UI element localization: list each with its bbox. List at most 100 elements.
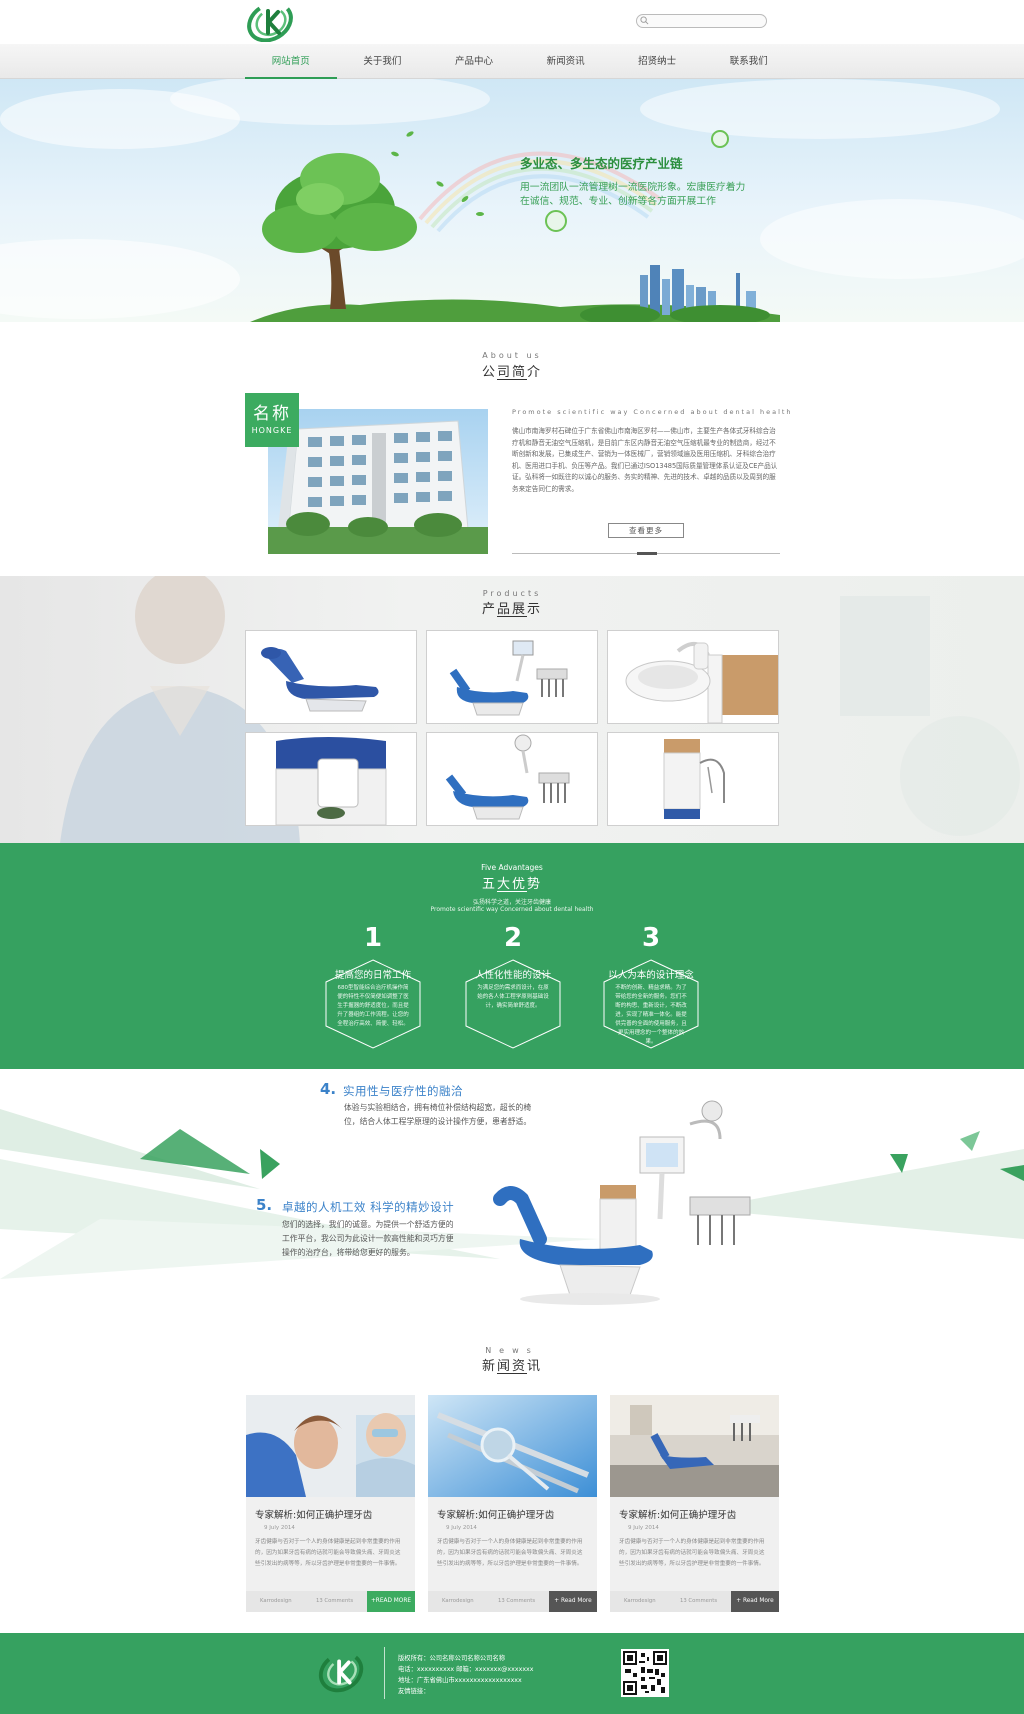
news-title[interactable]: 专家解析:如何正确护理牙齿 <box>619 1507 736 1521</box>
news-comments[interactable]: 13 Comments <box>680 1598 717 1604</box>
read-more-button[interactable]: +READ MORE <box>367 1591 415 1612</box>
feature-body-line: 工作平台，我公司为此设计一款高性能和灵巧方便 <box>282 1234 454 1243</box>
advantages-subtitle-en: Promote scientific way Concerned about d… <box>430 906 594 913</box>
feature-number: 4. <box>320 1080 337 1098</box>
feature-body-line: 您们的选择，我们的诚意。为提供一个舒适方便的 <box>282 1220 454 1229</box>
nav-item-home[interactable]: 网站首页 <box>245 44 337 79</box>
products-title-en: Products <box>482 589 542 598</box>
news-info: 专家解析:如何正确护理牙齿 9 July 2014 牙齿健康与否对于一个人的身体… <box>246 1497 415 1612</box>
advantages-title-cn: 五大优势 <box>481 877 542 892</box>
features-section: 4. 实用性与医疗性的融洽 体验与实验相结合，拥有椅位补偿结构超宽，超长的椅 位… <box>0 1069 1024 1327</box>
feature-body-line: 位，结合人体工程学原理的设计操作方便，患者舒适。 <box>344 1117 532 1126</box>
site-header <box>0 0 1024 44</box>
about-divider-marker <box>637 552 657 555</box>
feature-title: 卓越的人机工效 科学的精妙设计 <box>282 1200 455 1214</box>
main-nav: 网站首页 关于我们 产品中心 新闻资讯 招贤纳士 联系我们 <box>0 44 1024 79</box>
news-excerpt: 牙齿健康与否对于一个人的身体健康是起到非常重要的作用的，因为如果牙齿有病的话就可… <box>255 1539 401 1567</box>
product-card[interactable] <box>245 630 417 724</box>
footer-links-label: 友情链接： <box>398 1688 430 1695</box>
nav-item-careers[interactable]: 招贤纳士 <box>611 44 703 79</box>
product-card[interactable] <box>426 630 598 724</box>
news-comments[interactable]: 13 Comments <box>316 1598 353 1604</box>
about-body-text: 佛山市南海罗村石碑位于广东省佛山市南海区罗村——佛山市，主要生产各体式牙科综合治… <box>512 427 778 493</box>
nav-item-contact[interactable]: 联系我们 <box>703 44 795 79</box>
advantage-body: 不断的创新、精益求精。为了带给您的全新的服务。您们不断的构思、重新设计，不断改进… <box>615 985 687 1045</box>
company-building-photo <box>268 409 488 554</box>
news-title[interactable]: 专家解析:如何正确护理牙齿 <box>255 1507 372 1521</box>
company-logo[interactable] <box>246 2 296 42</box>
feature-title: 实用性与医疗性的融洽 <box>343 1084 463 1098</box>
banner-subtitle-line-1: 用一流团队一流管理树一流医院形象。宏康医疗着力 <box>520 182 746 193</box>
news-footer: Karrodesign 13 Comments + Read More <box>428 1591 597 1612</box>
advantage-title: 人性化性能的设计 <box>474 970 551 981</box>
footer-divider <box>384 1647 385 1699</box>
news-title-underline <box>497 1373 527 1374</box>
feature-number: 5. <box>256 1196 273 1214</box>
news-card[interactable]: 专家解析:如何正确护理牙齿 9 July 2014 牙齿健康与否对于一个人的身体… <box>246 1395 415 1612</box>
feature-body-line: 操作的治疗台，将带给您更好的服务。 <box>282 1248 415 1257</box>
advantage-number: 1 <box>363 923 383 953</box>
news-card[interactable]: 专家解析:如何正确护理牙齿 9 July 2014 牙齿健康与否对于一个人的身体… <box>428 1395 597 1612</box>
about-tagline: Promote scientific way Concerned about d… <box>512 408 793 416</box>
news-date: 9 July 2014 <box>446 1525 477 1531</box>
banner-title: 多业态、多生态的医疗产业链 <box>520 156 683 171</box>
footer-address: 地址：广东省佛山市xxxxxxxxxxxxxxxxxx <box>398 1677 522 1684</box>
feature-body-line: 体验与实验相结合，拥有椅位补偿结构超宽，超长的椅 <box>344 1103 532 1112</box>
footer-copyright: 版权所有：公司名称公司名称公司名称 <box>398 1655 506 1662</box>
banner-illustration <box>0 79 1024 322</box>
advantage-body: 为满足您的需求而设计，在原始的各人体工程学原则基础设计，确实简单舒适度。 <box>477 985 549 1009</box>
news-date: 9 July 2014 <box>628 1525 659 1531</box>
chair-base-image <box>275 737 387 826</box>
news-title[interactable]: 专家解析:如何正确护理牙齿 <box>437 1507 554 1521</box>
hero-banner: 多业态、多生态的医疗产业链 用一流团队一流管理树一流医院形象。宏康医疗着力 在诚… <box>0 79 1024 322</box>
advantage-number: 3 <box>641 923 661 953</box>
advantages-title-en: Five Advantages <box>481 863 543 872</box>
advantage-title: 提高您的日常工作 <box>334 970 411 981</box>
product-card[interactable] <box>426 732 598 826</box>
news-date: 9 July 2014 <box>264 1525 295 1531</box>
nav-item-about[interactable]: 关于我们 <box>337 44 429 79</box>
product-card[interactable] <box>607 630 779 724</box>
search-icon[interactable] <box>640 16 649 25</box>
nav-item-products[interactable]: 产品中心 <box>428 44 520 79</box>
advantage-body: 680型智能综合治疗机操作简便的特性不仅简便如调整了医生手握器的舒适度位，而且提… <box>337 985 409 1027</box>
news-title-en: News <box>485 1346 539 1355</box>
qr-code <box>621 1649 669 1697</box>
nav-item-news[interactable]: 新闻资讯 <box>520 44 612 79</box>
news-info: 专家解析:如何正确护理牙齿 9 July 2014 牙齿健康与否对于一个人的身体… <box>610 1497 779 1612</box>
dental-unit-image <box>449 640 568 716</box>
site-footer: 版权所有：公司名称公司名称公司名称 电话：xxxxxxxxxx 邮箱：xxxxx… <box>0 1633 1024 1714</box>
banner-subtitle-line-2: 在诚信、规范、专业、创新等各方面开展工作 <box>520 196 716 207</box>
news-author: Karrodesign <box>624 1598 656 1604</box>
about-more-button[interactable]: 查看更多 <box>608 523 684 538</box>
news-author: Karrodesign <box>260 1598 292 1604</box>
product-card[interactable] <box>607 732 779 826</box>
search-input[interactable] <box>636 14 767 28</box>
cabinet-unit-image <box>663 739 725 819</box>
about-title-cn: 公司简介 <box>481 365 542 380</box>
footer-logo[interactable] <box>318 1647 366 1697</box>
about-title-en: About us <box>482 351 542 360</box>
advantage-number: 2 <box>503 923 523 953</box>
products-title-underline <box>497 616 527 617</box>
advantage-title: 以人为本的设计理念 <box>608 970 694 981</box>
news-author: Karrodesign <box>442 1598 474 1604</box>
about-name-badge: 名称 HONGKE <box>245 393 299 447</box>
products-title-cn: 产品展示 <box>481 602 542 617</box>
news-footer: Karrodesign 13 Comments + Read More <box>610 1591 779 1612</box>
read-more-button[interactable]: + Read More <box>549 1591 597 1612</box>
dental-chair-image <box>261 647 379 712</box>
about-badge-en: HONGKE <box>251 426 293 435</box>
news-footer: Karrodesign 13 Comments +READ MORE <box>246 1591 415 1612</box>
about-title-underline <box>497 379 527 380</box>
news-image-dentist <box>246 1395 415 1497</box>
advantages-section: Five Advantages 五大优势 弘扬科学之道，关注牙齿健康 Promo… <box>0 843 1024 1069</box>
about-badge-cn: 名称 <box>253 404 291 424</box>
read-more-button[interactable]: + Read More <box>731 1591 779 1612</box>
news-excerpt: 牙齿健康与否对于一个人的身体健康是起到非常重要的作用的，因为如果牙齿有病的话就可… <box>437 1539 583 1567</box>
product-card[interactable] <box>245 732 417 826</box>
news-image-dental-tools <box>428 1395 597 1497</box>
advantages-subtitle-cn: 弘扬科学之道，关注牙齿健康 <box>472 899 551 906</box>
news-comments[interactable]: 13 Comments <box>498 1598 535 1604</box>
news-card[interactable]: 专家解析:如何正确护理牙齿 9 July 2014 牙齿健康与否对于一个人的身体… <box>610 1395 779 1612</box>
